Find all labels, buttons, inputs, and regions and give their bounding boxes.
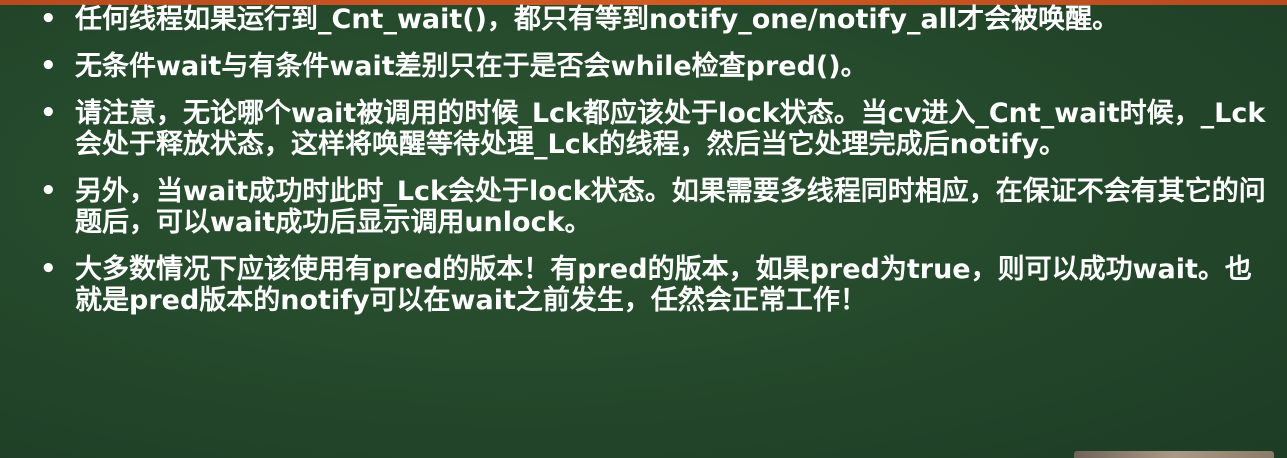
- bullet-dot-icon: •: [40, 176, 57, 206]
- bullet-item-2: • 无条件wait与有条件wait差别只在于是否会while检查pred()。: [0, 51, 1287, 82]
- bullet-text: 无条件wait与有条件wait差别只在于是否会while检查pred()。: [75, 51, 868, 82]
- bullet-dot-icon: •: [40, 254, 57, 284]
- bullet-dot-icon: •: [40, 51, 57, 81]
- bullet-item-5: • 大多数情况下应该使用有pred的版本！有pred的版本，如果pred为tru…: [0, 254, 1287, 316]
- slide-bullet-list: • 任何线程如果运行到_Cnt_wait()，都只有等到notify_one/n…: [0, 4, 1287, 332]
- presenter-photo-edge: [1074, 451, 1274, 458]
- bullet-text: 任何线程如果运行到_Cnt_wait()，都只有等到notify_one/not…: [75, 4, 1120, 35]
- bullet-text: 大多数情况下应该使用有pred的版本！有pred的版本，如果pred为true，…: [75, 254, 1252, 316]
- bullet-text: 另外，当wait成功时此时_Lck会处于lock状态。如果需要多线程同时相应，在…: [75, 176, 1266, 238]
- bullet-item-3: • 请注意，无论哪个wait被调用的时候_Lck都应该处于lock状态。当cv进…: [0, 98, 1287, 160]
- bullet-dot-icon: •: [40, 98, 57, 128]
- bullet-item-4: • 另外，当wait成功时此时_Lck会处于lock状态。如果需要多线程同时相应…: [0, 176, 1287, 238]
- bullet-dot-icon: •: [40, 4, 57, 34]
- bullet-item-1: • 任何线程如果运行到_Cnt_wait()，都只有等到notify_one/n…: [0, 4, 1287, 35]
- bullet-text: 请注意，无论哪个wait被调用的时候_Lck都应该处于lock状态。当cv进入_…: [75, 98, 1266, 160]
